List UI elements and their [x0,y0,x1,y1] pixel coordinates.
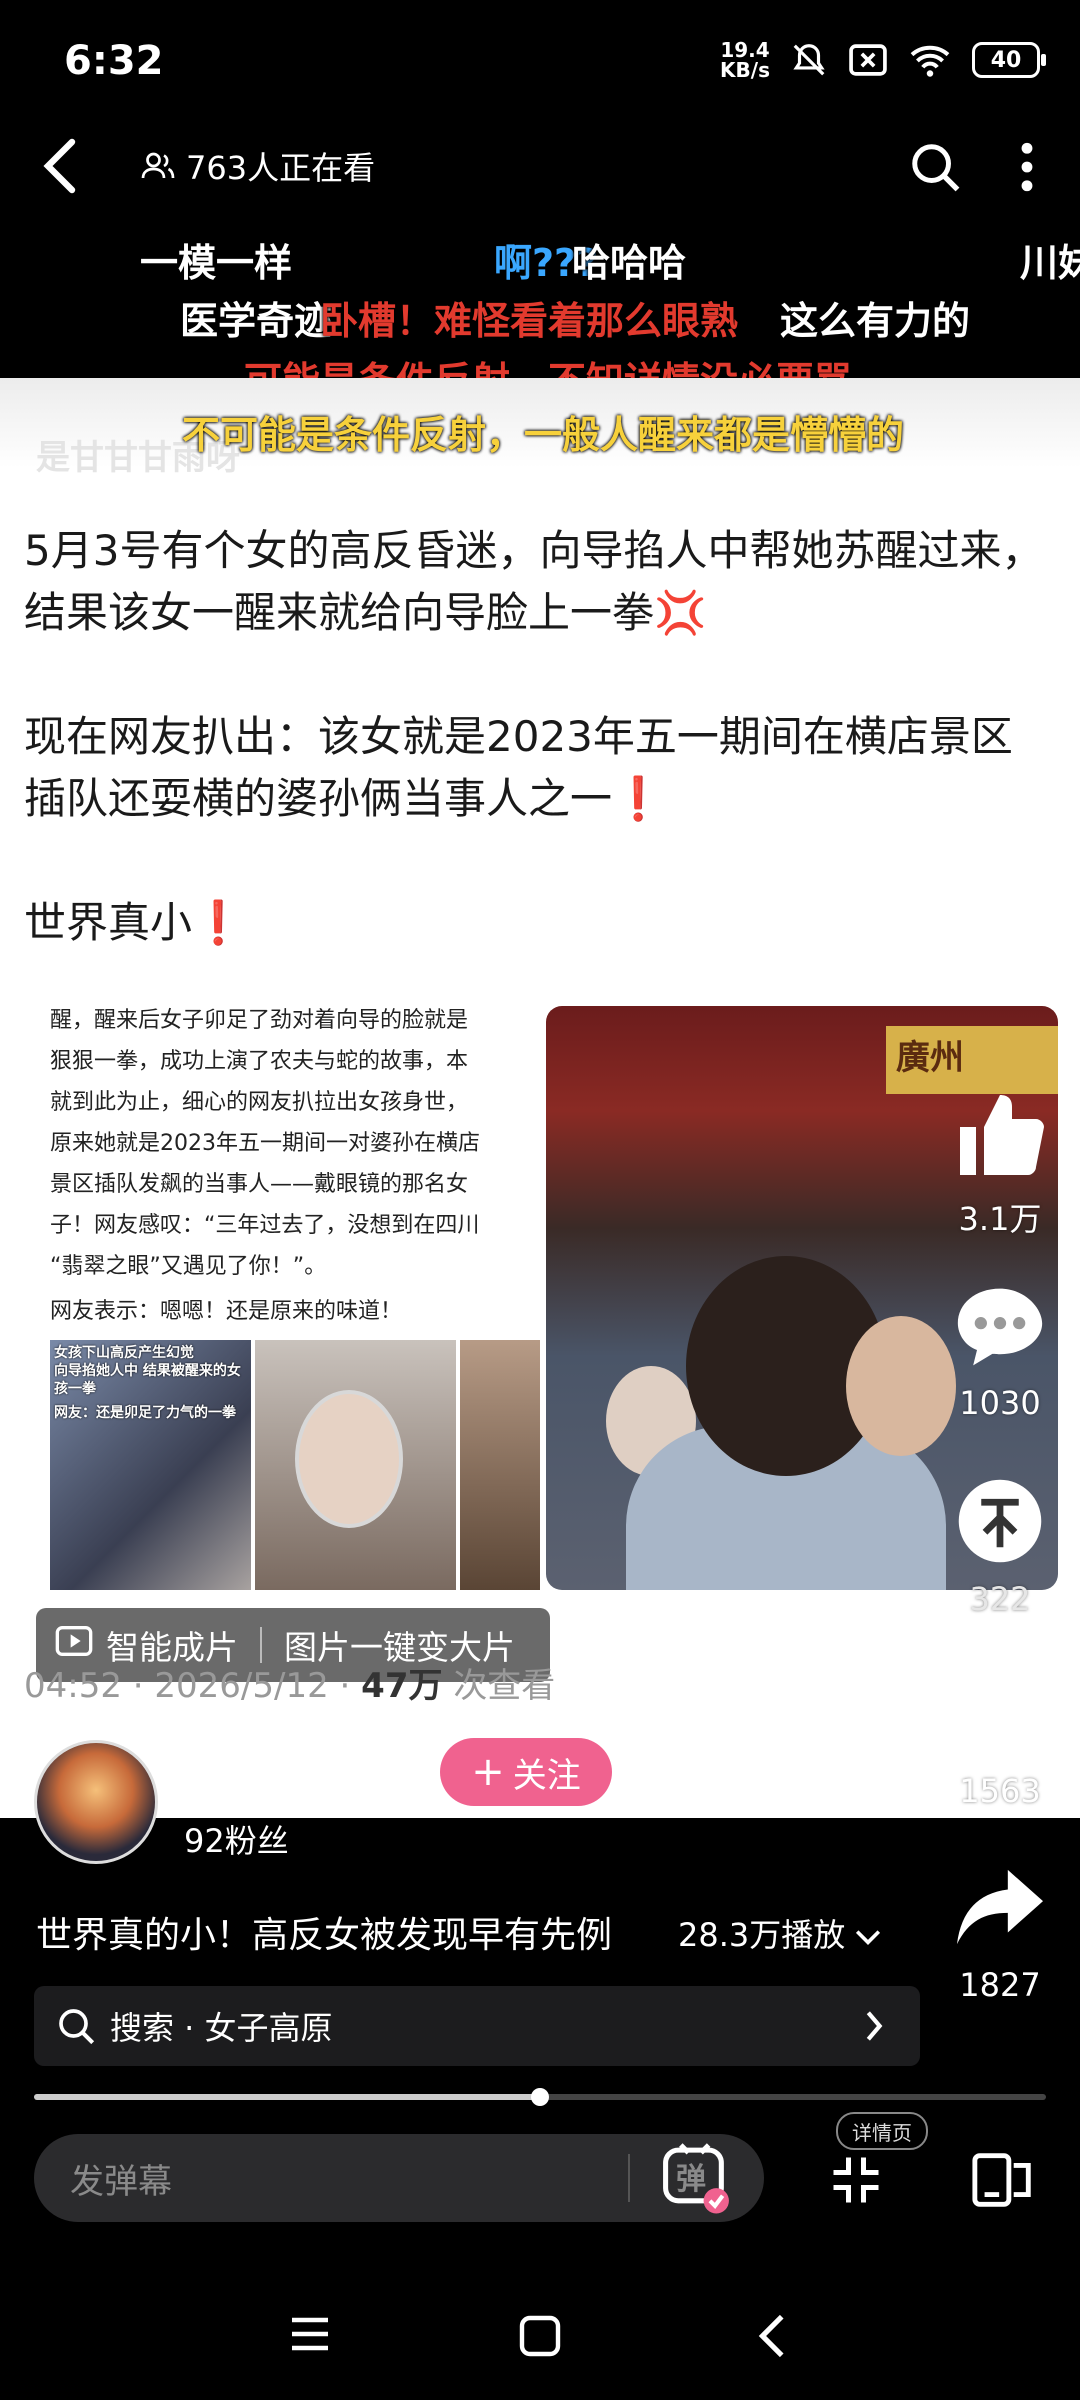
danmaku-item: 不可能是条件反射，一般人醒来都是懵懵的 [182,413,905,457]
author-avatar[interactable] [34,1740,158,1864]
post-paragraph: 5月3号有个女的高反昏迷，向导掐人中帮她苏醒过来，结果该女一醒来就给向导脸上一拳… [24,526,1044,637]
recent-apps-button[interactable] [288,2314,332,2358]
more-button[interactable] [1020,142,1034,196]
comment-icon [957,1288,1043,1366]
chevron-down-icon [856,1930,881,1945]
more-vertical-icon [1021,142,1033,192]
star-icon [957,1673,1043,1753]
store-sign: 廣州 [886,1026,1058,1094]
search-button[interactable] [908,140,962,198]
no-sim-icon [849,44,887,76]
post-paragraph: 世界真小❗ [24,898,245,947]
menu-icon [292,2317,328,2351]
net-speed: 19.4 KB/s [720,38,770,82]
search-icon [59,2009,95,2045]
author-name[interactable]: 是甘甘甘雨呀 [182,1750,410,1805]
exit-fullscreen-button[interactable] [826,2150,886,2214]
favorite-button[interactable]: 1563 [940,1670,1060,1810]
danmaku-item: 卧槽！难怪看着那么眼熟 [320,299,739,343]
danmaku-item: 一模一样 [140,241,293,285]
battery-indicator: 40 [972,42,1046,78]
danmaku-toggle-button[interactable]: 弹 [658,2140,734,2216]
post-paragraph: 现在网友扒出：该女就是2023年五一期间在横店景区插队还耍横的婆孙俩当事人之一❗ [24,712,1013,823]
post-meta: 04:52 · 2026/5/12 · 47万 次查看 [24,1666,556,1706]
viewer-count: 763人正在看 [140,143,375,189]
nav-back-button[interactable] [756,2312,786,2364]
danmaku-item: 川妹 [1020,241,1080,285]
coin-icon [958,1479,1042,1563]
video-progress-bar[interactable] [34,2088,1046,2106]
share-button[interactable]: 1827 [940,1866,1060,2004]
exclamation-emoji: ❗ [612,774,665,823]
follow-button[interactable]: + 关注 [440,1738,612,1806]
article-text: 醒，醒来后女子卯足了劲对着向导的脸就是 狠狠一拳，成功上演了农夫与蛇的故事，本 … [50,1008,480,1324]
wifi-icon [910,45,950,77]
divider [628,2154,630,2202]
post-text: 5月3号有个女的高反昏迷，向导掐人中帮她苏醒过来，结果该女一醒来就给向导脸上一拳… [24,520,1054,1016]
video-title[interactable]: 世界真的小！高反女被发现早有先例 [36,1906,612,1958]
fan-count: 92粉丝 [184,1822,289,1860]
portrait-mode-button[interactable] [970,2150,1038,2214]
thumbs-up-icon [960,1095,1044,1175]
anger-emoji: 💢 [654,588,707,637]
home-square-icon [519,2315,561,2357]
status-time: 6:32 [64,38,164,84]
danmaku-item: 医学奇迹 [180,299,333,343]
exclamation-emoji: ❗ [192,898,245,947]
back-arrow-icon [43,138,76,194]
progress-fill [34,2094,540,2100]
related-search-bar[interactable]: 搜索 · 女子高原 [34,1986,920,2066]
like-button[interactable]: 3.1万 [940,1090,1060,1240]
search-icon [912,144,960,192]
coin-button[interactable]: 322 [940,1476,1060,1618]
comment-button[interactable]: 1030 [940,1284,1060,1422]
back-button[interactable] [40,138,80,205]
video-clip-icon [55,1626,93,1656]
people-icon [141,152,175,179]
danmaku-item: 这么有力的 [780,299,971,343]
status-icons: 19.4 KB/s 40 [720,38,1046,82]
progress-handle[interactable] [531,2088,549,2106]
danmaku-item: 哈哈哈 [572,241,687,285]
mute-bell-icon [793,44,825,76]
detail-page-badge[interactable]: 详情页 [836,2112,928,2150]
screen-rotate-icon [972,2153,1031,2207]
nav-back-icon [758,2314,784,2358]
collapse-icon [833,2157,879,2203]
article-photo: 女孩下山高反产生幻觉 向导掐她人中 结果被醒来的女孩一拳 网友：还是卯足了力气的… [50,1340,251,1590]
article-photo [460,1340,540,1590]
photo-face [295,1390,403,1528]
article-photo [255,1340,456,1590]
chevron-right-icon [866,2011,883,2041]
article-photos: 女孩下山高反产生幻觉 向导掐她人中 结果被醒来的女孩一拳 网友：还是卯足了力气的… [50,1340,540,1590]
play-count[interactable]: 28.3万播放 [678,1910,881,1956]
plus-icon: + [471,1749,505,1795]
home-button[interactable] [518,2314,562,2362]
share-arrow-icon [957,1869,1043,1945]
danmaku-input[interactable]: 发弹幕 弹 [34,2134,764,2222]
